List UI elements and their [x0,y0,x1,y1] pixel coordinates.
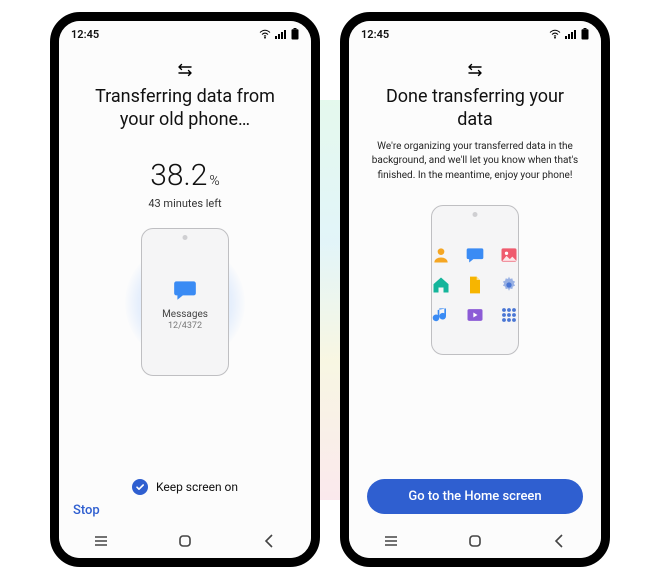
system-nav-bar [59,524,311,558]
mini-phone: Messages 12/4372 [141,228,229,376]
page-title: Done transferring your data [367,85,583,132]
system-nav-bar [349,524,601,558]
status-indicators [549,28,589,40]
video-icon [465,305,485,325]
status-bar: 12:45 [349,21,601,45]
nav-back-icon[interactable] [260,532,278,550]
signal-icon [275,29,287,39]
status-time: 12:45 [361,28,389,41]
home-icon [431,275,451,295]
apps-icon [499,305,519,325]
settings-icon [499,275,519,295]
wifi-icon [259,29,271,39]
progress-unit: % [209,173,219,189]
gallery-icon [499,245,519,265]
progress-eta: 43 minutes left [59,197,311,210]
current-item-count: 12/4372 [168,321,202,331]
phone-frame-transferring: 12:45 Transferring data from your old ph… [50,12,320,567]
nav-home-icon[interactable] [466,532,484,550]
battery-icon [291,28,299,40]
files-icon [465,275,485,295]
page-title: Transferring data from your old phone… [77,85,293,132]
keep-screen-on-toggle[interactable]: Keep screen on [59,479,311,495]
progress-value: 38.2 [150,158,207,193]
stop-button[interactable]: Stop [73,503,100,518]
app-grid [438,224,512,346]
nav-home-icon[interactable] [176,532,194,550]
checkmark-icon [132,479,148,495]
done-graphic [415,205,535,355]
status-indicators [259,28,299,40]
transfer-icon [59,63,311,77]
keep-screen-on-label: Keep screen on [156,480,238,494]
progress-percent: 38.2% [59,158,311,193]
message-icon [172,277,198,303]
wifi-icon [549,29,561,39]
messages-icon [465,245,485,265]
music-icon [431,305,451,325]
status-bar: 12:45 [59,21,311,45]
transfer-graphic: Messages 12/4372 [125,228,245,378]
mini-phone [431,205,519,355]
signal-icon [565,29,577,39]
phone-frame-done: 12:45 Done transferring your data We're … [340,12,610,567]
go-home-button[interactable]: Go to the Home screen [367,479,583,514]
current-item-label: Messages [162,309,208,320]
nav-recents-icon[interactable] [92,532,110,550]
nav-recents-icon[interactable] [382,532,400,550]
transfer-icon [349,63,601,77]
nav-back-icon[interactable] [550,532,568,550]
battery-icon [581,28,589,40]
page-subtext: We're organizing your transferred data i… [371,140,579,184]
status-time: 12:45 [71,28,99,41]
contacts-icon [431,245,451,265]
